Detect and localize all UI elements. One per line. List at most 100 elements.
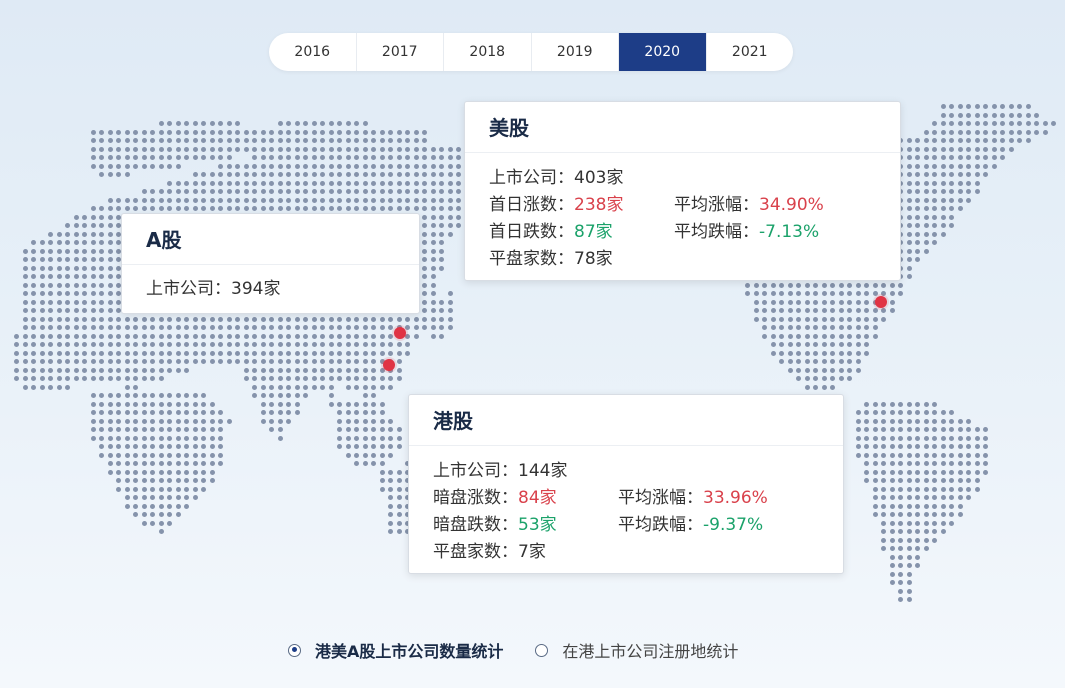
map-dot [320,189,325,194]
map-dot [923,546,929,551]
tab-2018[interactable]: 2018 [444,33,532,71]
map-dot [31,316,36,322]
radio-label[interactable]: 在港上市公司注册地统计 [562,638,738,662]
map-dot [235,121,240,126]
map-dot [158,197,164,203]
radio-label[interactable]: 港美A股上市公司数量统计 [315,638,503,662]
map-dot [388,163,393,169]
map-dot [405,172,410,177]
map-dot [422,291,427,296]
map-dot [31,265,36,271]
map-dot [218,316,223,322]
map-dot [124,172,130,177]
map-dot [362,163,368,169]
map-dot [915,223,920,228]
map-dot [311,189,317,194]
map-dot [73,308,79,313]
map-dot [957,180,963,186]
map-dot [889,512,895,517]
map-dot [158,410,164,415]
map-dot [158,138,164,143]
map-dot [915,469,920,475]
map-dot [430,189,436,194]
map-dot [957,469,963,475]
map-dot [158,359,164,364]
map-dot [303,163,308,169]
map-dot [133,129,138,135]
map-dot [269,129,274,135]
map-dot [354,155,359,160]
map-dot [107,393,113,398]
beijing-marker[interactable] [394,327,406,339]
hongkong-marker[interactable] [383,359,395,371]
map-dot [345,384,351,390]
map-dot [269,393,274,398]
tab-2021[interactable]: 2021 [707,33,794,71]
map-dot [906,214,912,220]
map-dot [277,146,283,152]
map-dot [286,316,291,322]
map-dot [107,138,113,143]
tab-2019[interactable]: 2019 [532,33,619,71]
map-dot [1000,155,1005,160]
tab-2020[interactable]: 2020 [619,33,707,71]
radio-listed-count[interactable]: 港美A股上市公司数量统计 [288,638,503,662]
map-dot [804,282,810,288]
map-dot [303,197,308,203]
map-dot [303,325,308,330]
radio-hk-registration[interactable]: 在港上市公司注册地统计 [535,638,738,662]
map-dot [770,325,776,330]
map-dot [354,418,359,424]
map-dot [99,325,104,330]
map-dot [974,129,980,135]
map-dot [116,410,121,415]
map-dot [158,333,164,339]
radio-checked-icon[interactable] [288,643,301,657]
map-dot [141,325,147,330]
tab-2016[interactable]: 2016 [269,33,357,71]
map-dot [65,376,70,381]
map-dot [150,495,155,500]
newyork-marker[interactable] [875,296,887,308]
map-dot [141,342,147,347]
map-dot [99,282,104,288]
map-dot [915,231,920,237]
map-dot [932,206,937,211]
map-dot [107,206,113,211]
map-dot [949,461,954,466]
map-dot [872,469,878,475]
map-dot [320,146,325,152]
map-dot [277,435,283,441]
map-dot [422,223,427,228]
map-dot [56,359,62,364]
map-dot [405,342,410,347]
map-dot [847,299,852,305]
map-dot [209,325,215,330]
map-dot [320,342,325,347]
map-dot [226,350,232,356]
map-dot [906,180,912,186]
map-dot [422,274,427,279]
map-dot [388,495,393,500]
map-dot [167,503,172,509]
map-dot [923,146,929,152]
radio-unchecked-icon[interactable] [535,643,549,657]
map-dot [379,350,385,356]
map-dot [107,427,113,432]
map-dot [99,248,104,254]
map-dot [124,316,130,322]
map-dot [847,350,852,356]
map-dot [830,325,835,330]
map-dot [320,180,325,186]
map-dot [31,376,36,381]
map-dot [371,129,376,135]
map-dot [124,129,130,135]
map-dot [966,180,971,186]
map-dot [82,231,87,237]
map-dot [167,197,172,203]
map-dot [830,359,835,364]
map-dot [923,214,929,220]
map-dot [65,342,70,347]
map-dot [413,163,419,169]
tab-2017[interactable]: 2017 [357,33,444,71]
